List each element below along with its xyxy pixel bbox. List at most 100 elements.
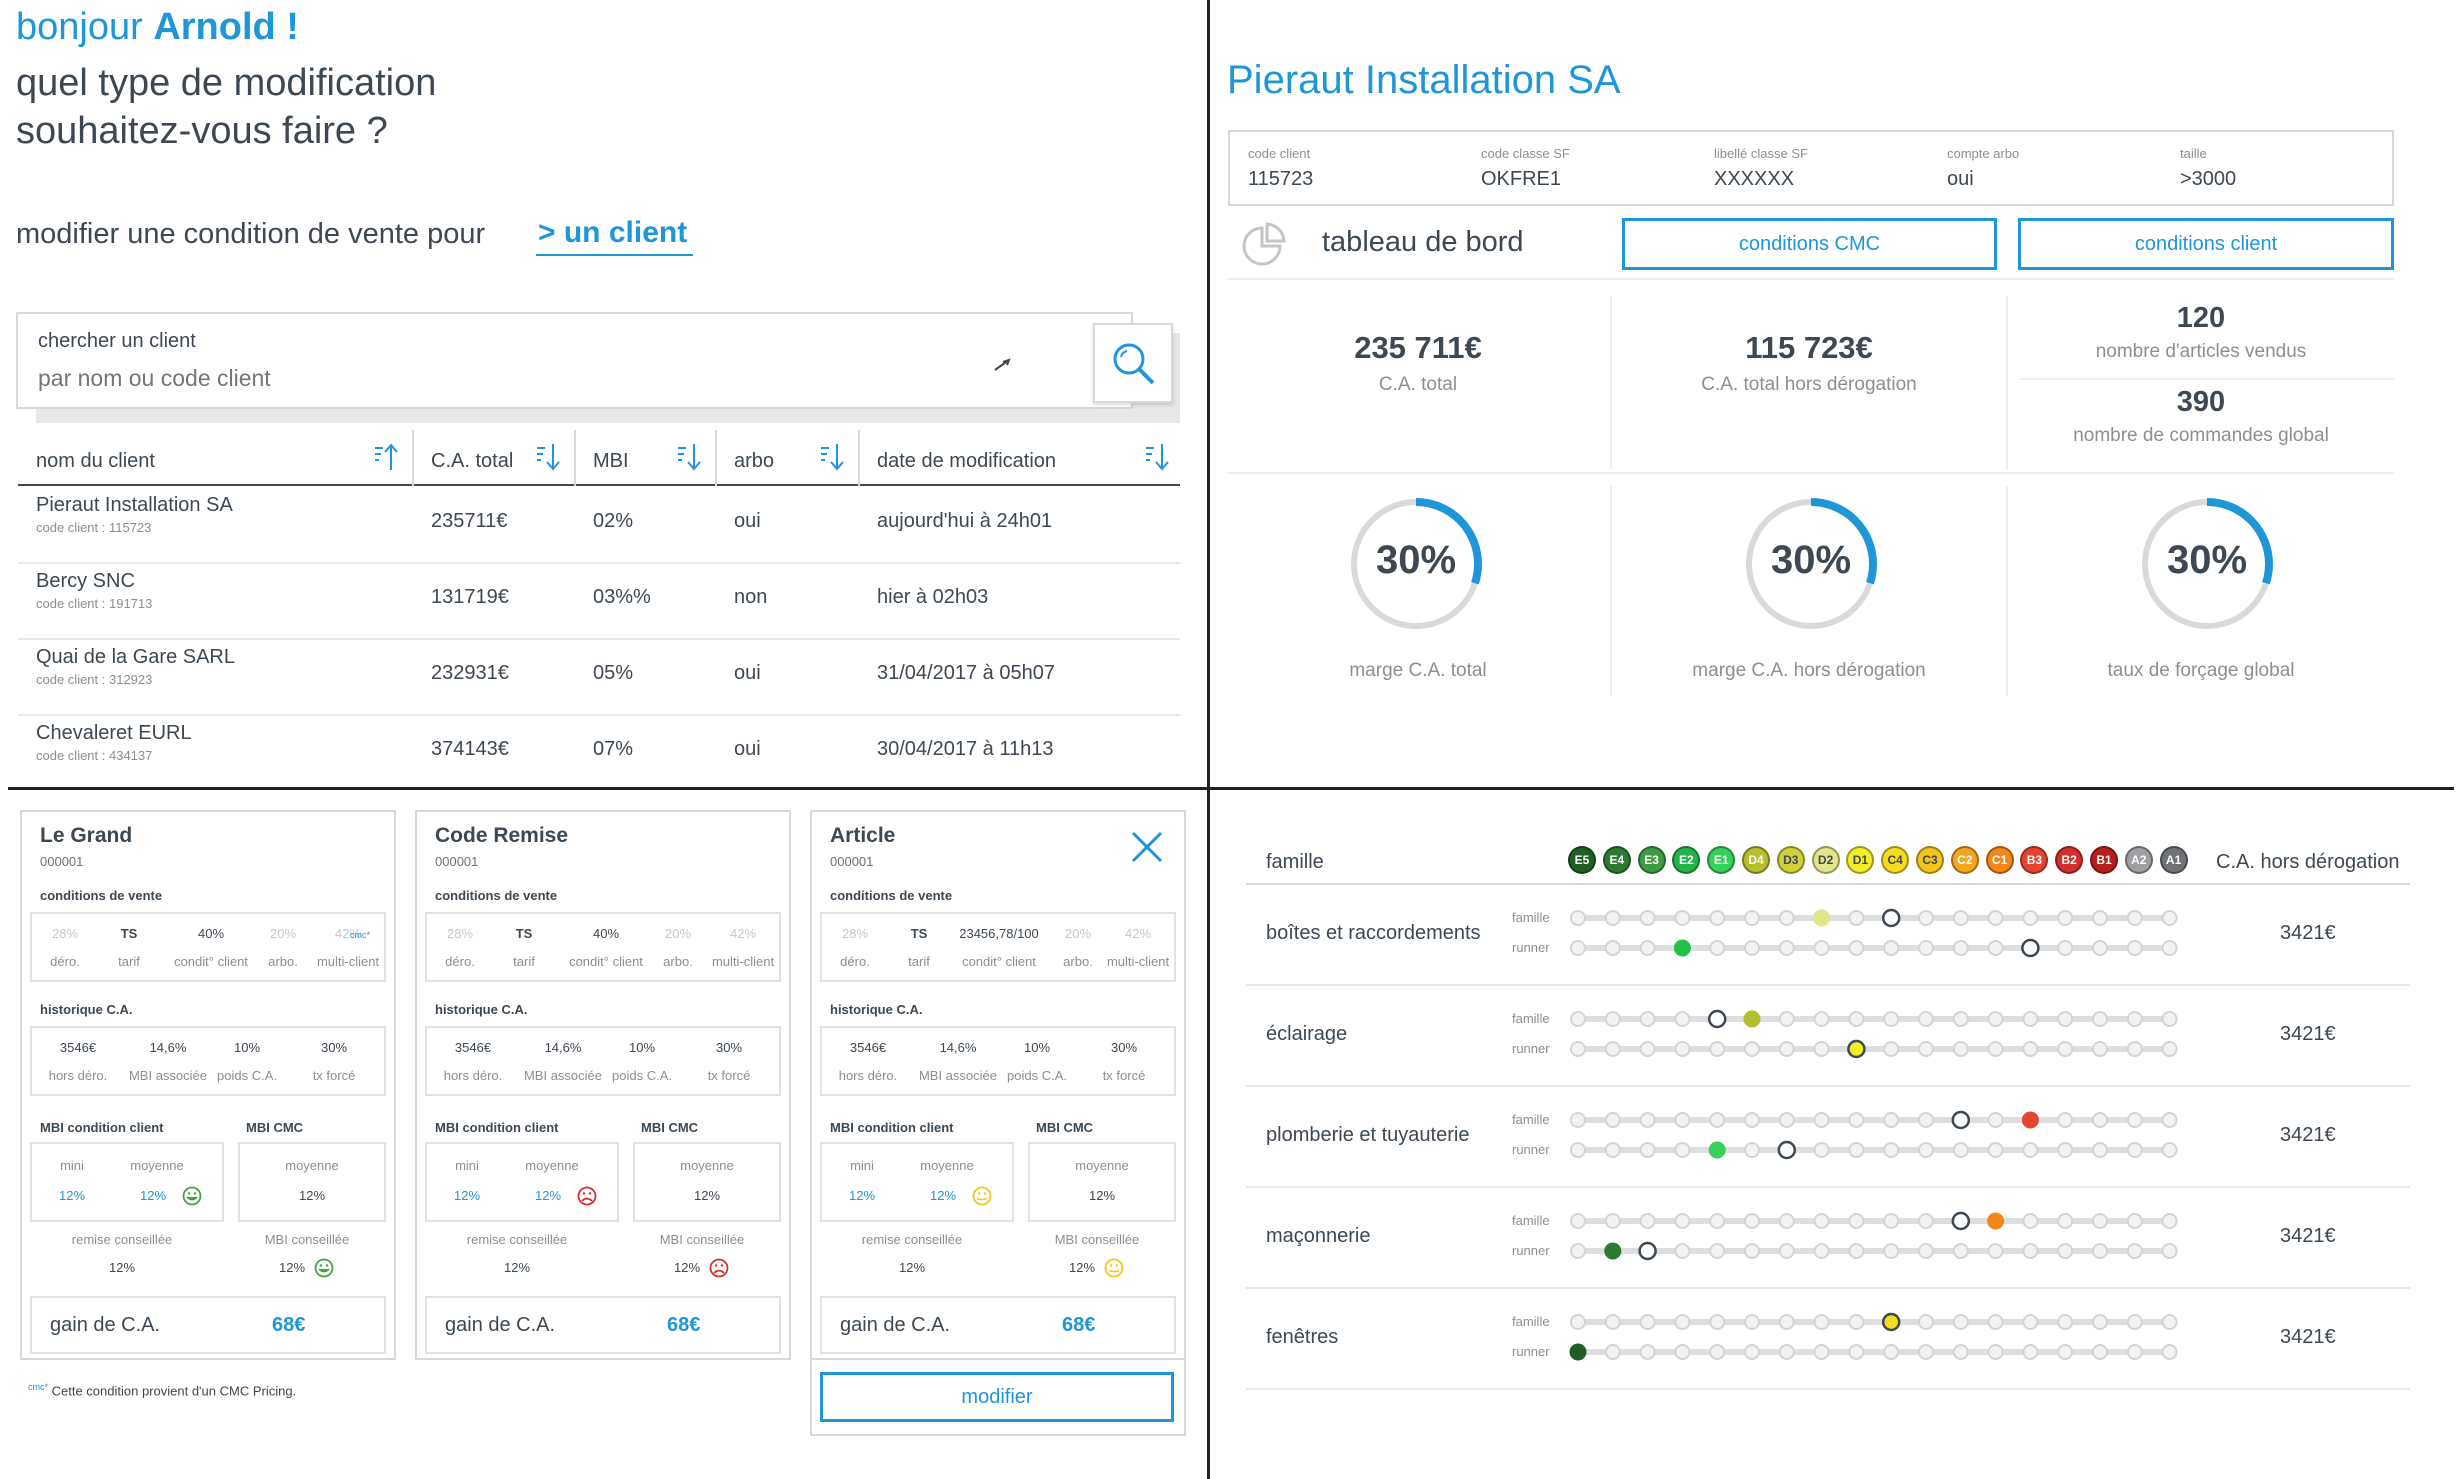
scale-dot[interactable]	[1813, 1112, 1830, 1128]
scale-dot[interactable]	[1883, 1112, 1900, 1128]
famille-row[interactable]: maçonnerie 3421€ famille runner	[1246, 1189, 2410, 1289]
scale-dot[interactable]	[1848, 910, 1865, 926]
scale-dot[interactable]	[1674, 1041, 1691, 1057]
scale-dot[interactable]	[1744, 1041, 1760, 1057]
scale-dot[interactable]	[1952, 1041, 1969, 1057]
scale-dot[interactable]	[1570, 1142, 1586, 1158]
scale-dot[interactable]	[2161, 1213, 2178, 1229]
scale-dot[interactable]	[2092, 1041, 2108, 1057]
scale-dot[interactable]	[2126, 940, 2143, 956]
scale-dot[interactable]	[2092, 940, 2108, 956]
scale-dot[interactable]	[2057, 940, 2074, 956]
scale-dot[interactable]	[2022, 1243, 2039, 1259]
table-row[interactable]: Pieraut Installation SA code client : 11…	[18, 488, 1180, 564]
scale-dot[interactable]	[1952, 1344, 1969, 1360]
scale-dot[interactable]	[1674, 1314, 1691, 1330]
scale-dot[interactable]	[1813, 1314, 1830, 1330]
scale-dot[interactable]	[1848, 1314, 1865, 1330]
famille-row[interactable]: plomberie et tuyauterie 3421€ famille runne…	[1246, 1088, 2410, 1188]
scale-dot[interactable]	[1709, 1112, 1726, 1128]
scale-dot[interactable]	[1987, 1314, 2004, 1330]
scale-dot[interactable]	[1709, 1314, 1726, 1330]
scale-dot[interactable]	[1744, 1314, 1760, 1330]
scale-dot[interactable]	[1639, 1344, 1656, 1360]
scale-dot[interactable]	[2057, 1314, 2074, 1330]
scale-dot[interactable]	[1848, 940, 1865, 956]
scale-dot[interactable]	[1570, 1112, 1586, 1128]
scale-dot[interactable]	[1987, 940, 2004, 956]
scale-dot[interactable]	[1987, 1112, 2004, 1128]
scale-dot[interactable]	[1952, 1142, 1969, 1158]
scale-dot[interactable]	[1883, 1213, 1900, 1229]
scale-dot[interactable]	[1813, 1041, 1830, 1057]
scale-dot[interactable]	[1848, 1011, 1865, 1027]
scale-dot[interactable]	[1674, 1142, 1691, 1158]
scale-dot[interactable]	[1674, 910, 1691, 926]
scale-dot[interactable]	[1570, 1213, 1586, 1229]
scale-dot[interactable]	[1848, 1243, 1865, 1259]
scale-dot[interactable]	[1674, 1112, 1691, 1128]
scale-dot[interactable]	[1848, 1112, 1865, 1128]
scale-dot[interactable]	[1639, 1142, 1656, 1158]
scale-dot[interactable]	[2092, 1142, 2108, 1158]
scale-dot[interactable]	[1709, 940, 1726, 956]
scale-dot[interactable]	[1883, 1344, 1900, 1360]
scale-dot[interactable]	[2126, 1314, 2143, 1330]
scale-dot[interactable]	[1778, 1243, 1795, 1259]
conditions-cmc-button[interactable]: conditions CMC	[1622, 218, 1997, 270]
scale-dot[interactable]	[1744, 910, 1760, 926]
scale-dot[interactable]	[1674, 1344, 1691, 1360]
sort-asc-icon[interactable]	[373, 442, 399, 472]
header-arbo[interactable]: arbo	[734, 450, 774, 473]
scale-dot[interactable]	[2126, 1142, 2143, 1158]
scale-dot[interactable]	[1744, 940, 1760, 956]
sort-desc-icon[interactable]	[676, 442, 702, 472]
scale-dot[interactable]	[1813, 1011, 1830, 1027]
scale-dot[interactable]	[1570, 940, 1586, 956]
scale-dot[interactable]	[1778, 1344, 1795, 1360]
scale-dot[interactable]	[1918, 1344, 1934, 1360]
scale-dot[interactable]	[1918, 940, 1934, 956]
scale-dot[interactable]	[1918, 1142, 1934, 1158]
scale-dot[interactable]	[1604, 1213, 1621, 1229]
scale-dot[interactable]	[1709, 1041, 1726, 1057]
table-row[interactable]: Quai de la Gare SARL code client : 31292…	[18, 640, 1180, 716]
scale-dot[interactable]	[1987, 910, 2004, 926]
scale-dot[interactable]	[1952, 910, 1969, 926]
scale-dot[interactable]	[2161, 1243, 2178, 1259]
scale-dot[interactable]	[1778, 1213, 1795, 1229]
scale-dot[interactable]	[1709, 910, 1726, 926]
scale-dot[interactable]	[1918, 1041, 1934, 1057]
search-button[interactable]	[1093, 323, 1173, 403]
scale-dot[interactable]	[2022, 1011, 2039, 1027]
scale-dot[interactable]	[2022, 1041, 2039, 1057]
scale-dot[interactable]	[1778, 1011, 1795, 1027]
scale-dot[interactable]	[2057, 1344, 2074, 1360]
header-mbi[interactable]: MBI	[593, 450, 629, 473]
scale-dot[interactable]	[1744, 1344, 1760, 1360]
scale-dot[interactable]	[1883, 940, 1900, 956]
scale-dot[interactable]	[2126, 910, 2143, 926]
scale-dot[interactable]	[1987, 1142, 2004, 1158]
scale-dot[interactable]	[1709, 1213, 1726, 1229]
scale-dot[interactable]	[2126, 1243, 2143, 1259]
scale-dot[interactable]	[1744, 1243, 1760, 1259]
scale-dot[interactable]	[1778, 1314, 1795, 1330]
scale-dot[interactable]	[1778, 1112, 1795, 1128]
scale-dot[interactable]	[2092, 1213, 2108, 1229]
scale-dot[interactable]	[2022, 1344, 2039, 1360]
search-box[interactable]: chercher un client	[16, 312, 1133, 409]
scale-dot[interactable]	[1883, 1243, 1900, 1259]
scale-dot[interactable]	[2022, 910, 2039, 926]
scale-dot[interactable]	[1570, 1243, 1586, 1259]
scale-dot[interactable]	[2057, 1243, 2074, 1259]
scale-dot[interactable]	[2057, 1011, 2074, 1027]
scale-dot[interactable]	[1604, 1314, 1621, 1330]
scale-dot[interactable]	[1778, 910, 1795, 926]
scale-dot[interactable]	[1918, 1011, 1934, 1027]
close-icon[interactable]	[1130, 830, 1164, 864]
scale-dot[interactable]	[2161, 1112, 2178, 1128]
scale-dot[interactable]	[1570, 910, 1586, 926]
famille-row[interactable]: éclairage 3421€ famille runner	[1246, 987, 2410, 1087]
header-date[interactable]: date de modification	[877, 450, 1056, 473]
